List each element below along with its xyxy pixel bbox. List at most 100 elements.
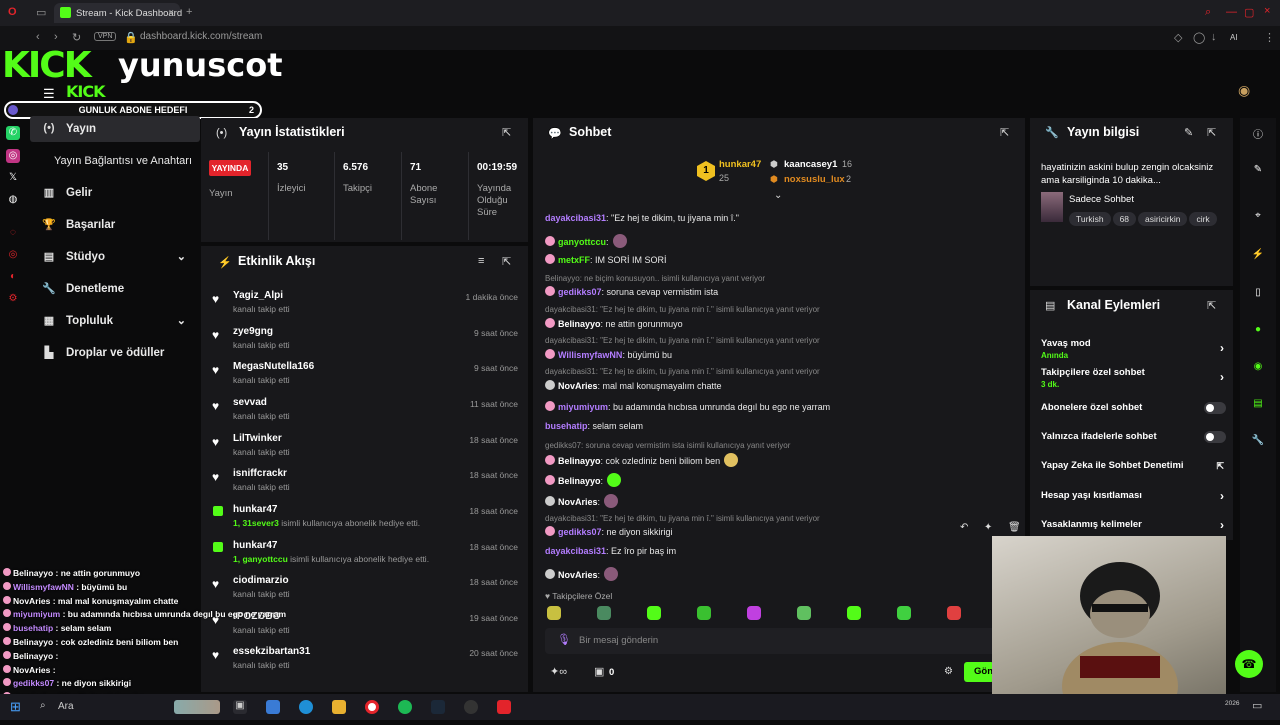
chat-username[interactable]: gedikks07	[558, 527, 602, 537]
gifter-name[interactable]: noxsuslu_lux	[784, 174, 845, 185]
hamburger-menu-icon[interactable]: ☰	[43, 86, 55, 102]
action-followers-only[interactable]: Takipçilere özel sohbet 3 dk. ›	[1041, 367, 1226, 389]
broadcast-icon[interactable]: ◉	[1250, 361, 1266, 377]
url-text[interactable]: dashboard.kick.com/stream	[140, 31, 262, 42]
chat-username[interactable]: WillismyfawNN	[558, 350, 622, 360]
chat-username[interactable]: Belinayyo	[558, 476, 601, 486]
notification-icon[interactable]: ▭	[1252, 699, 1262, 712]
gifter-name[interactable]: kaancasey1	[784, 159, 837, 170]
x-twitter-icon[interactable]: 𝕏	[6, 171, 20, 185]
reload-icon[interactable]: ↻	[72, 31, 81, 44]
chat-username[interactable]: NovAries	[558, 497, 598, 507]
chat-username[interactable]: dayakcibasi31	[545, 546, 606, 556]
sidebar-item-studyo[interactable]: ▤ Stüdyo ⌄	[30, 244, 200, 270]
expand-chevron-icon[interactable]: ⌄	[774, 190, 782, 201]
chat-username[interactable]: metxFF	[558, 255, 590, 265]
close-tab-icon[interactable]: ×	[168, 7, 174, 18]
emote-icon[interactable]	[747, 606, 761, 620]
info-icon[interactable]: ⓘ	[1250, 126, 1266, 142]
instagram-icon[interactable]: ◎	[6, 149, 20, 163]
action-slow-mode[interactable]: Yavaş mod Anında ›	[1041, 338, 1226, 360]
filter-icon[interactable]: ≡	[478, 255, 484, 267]
obs-icon[interactable]	[464, 700, 478, 714]
target-icon[interactable]: ⌖	[1250, 210, 1266, 226]
popout-icon[interactable]: ⇱	[1207, 126, 1216, 139]
sidebar-red-icon-1[interactable]: ◌	[6, 226, 20, 240]
tag[interactable]: cirk	[1189, 212, 1217, 226]
chest-icon[interactable]: ▣	[594, 665, 604, 678]
steam-icon[interactable]	[431, 700, 445, 714]
taskbar-widget[interactable]	[174, 700, 220, 714]
close-window-icon[interactable]: ×	[1264, 5, 1270, 17]
opera-icon[interactable]	[365, 700, 379, 714]
back-icon[interactable]: ‹	[36, 31, 40, 43]
gift-recipient[interactable]: 1, ganyottccu	[233, 554, 288, 564]
tag[interactable]: asiricirkin	[1138, 212, 1188, 226]
emote-icon[interactable]	[647, 606, 661, 620]
browser-tab-active[interactable]: Stream - Kick Dashboard ×	[54, 3, 182, 23]
extensions-icon[interactable]: ◇	[1174, 31, 1182, 44]
category-name[interactable]: Sadece Sohbet	[1069, 194, 1134, 205]
sidebar-item-gelir[interactable]: ▥ Gelir	[30, 180, 200, 206]
delete-icon[interactable]: 🗑	[1008, 522, 1021, 533]
emotes-only-toggle[interactable]	[1204, 431, 1226, 443]
action-ai-moderation[interactable]: Yapay Zeka ile Sohbet Denetimi ⇱	[1041, 460, 1226, 471]
avatar[interactable]: ◉	[1238, 82, 1250, 99]
menu-icon[interactable]: ⋮	[1264, 31, 1275, 44]
chat-username[interactable]: Belinayyo	[558, 319, 601, 329]
file-explorer-icon[interactable]	[332, 700, 346, 714]
popout-icon[interactable]: ⇱	[502, 126, 511, 139]
minimize-icon[interactable]: —	[1226, 6, 1237, 18]
taskbar-search-icon[interactable]: ⌕	[40, 700, 46, 711]
edit-pencil-icon[interactable]: ✎	[1184, 126, 1193, 139]
settings-icon[interactable]: ⚙	[6, 292, 20, 306]
sidebar-item-basarilar[interactable]: 🏆 Başarılar	[30, 212, 200, 238]
pin-icon[interactable]: ✦	[984, 522, 992, 533]
tag[interactable]: 68	[1112, 212, 1137, 226]
new-tab-icon[interactable]: +	[186, 6, 192, 18]
popout-icon[interactable]: ⇱	[1207, 299, 1216, 312]
send-button[interactable]: Gönder	[964, 662, 994, 682]
profile-icon[interactable]: ◯	[1193, 31, 1205, 44]
emote-icon[interactable]	[597, 606, 611, 620]
wrench-icon[interactable]: 🔧	[1250, 435, 1266, 451]
action-account-age[interactable]: Hesap yaşı kısıtlaması ›	[1041, 489, 1226, 503]
activity-user[interactable]: hunkar47	[233, 540, 277, 551]
microphone-icon[interactable]: 🎙	[557, 633, 571, 646]
sidebar-item-topluluk[interactable]: ▦ Topluluk ⌄	[30, 308, 200, 334]
spotify-icon[interactable]	[398, 700, 412, 714]
emote-icon[interactable]	[797, 606, 811, 620]
chat-input[interactable]: 🎙 Bir mesaj gönderin	[545, 628, 1020, 654]
chat-username[interactable]: NovAries	[558, 381, 598, 391]
support-chat-icon[interactable]: ☎	[1235, 650, 1263, 678]
forward-icon[interactable]: ›	[54, 31, 58, 43]
app-icon[interactable]	[266, 700, 280, 714]
activity-user[interactable]: essekzibartan31	[233, 646, 310, 657]
activity-user[interactable]: isniffcrackr	[233, 468, 287, 479]
edge-icon[interactable]	[299, 700, 313, 714]
infinity-points-icon[interactable]: ✦∞	[550, 665, 567, 678]
chat-username[interactable]: busehatip	[545, 421, 588, 431]
chat-username[interactable]: Belinayyo	[558, 456, 601, 466]
emote-icon[interactable]	[847, 606, 861, 620]
document-icon[interactable]: ▯	[1250, 287, 1266, 303]
layout-icon[interactable]: ▤	[1250, 398, 1266, 414]
edit-pencil-icon[interactable]: ✎	[1250, 164, 1266, 180]
sidebar-red-icon-2[interactable]: ◎	[6, 248, 20, 262]
subscribers-only-toggle[interactable]	[1204, 402, 1226, 414]
emote-icon[interactable]	[947, 606, 961, 620]
chat-username[interactable]: gedikks07	[558, 287, 602, 297]
tab-list-icon[interactable]: ▭	[36, 6, 46, 19]
opera-logo-icon[interactable]: O	[8, 6, 17, 18]
activity-user[interactable]: sevvad	[233, 397, 267, 408]
discord-icon[interactable]: ◍	[6, 193, 20, 207]
activity-user[interactable]: MegasNutella166	[233, 361, 314, 372]
chat-username[interactable]: NovAries	[558, 570, 598, 580]
gift-recipient[interactable]: 1, 31sever3	[233, 518, 279, 528]
activity-user[interactable]: hunkar47	[233, 504, 277, 515]
emote-icon[interactable]	[697, 606, 711, 620]
chat-username[interactable]: ganyottccu	[558, 237, 606, 247]
task-view-icon[interactable]: ▣	[233, 700, 247, 714]
chat-settings-icon[interactable]: ⚙	[944, 666, 953, 677]
sidebar-item-stream-key[interactable]: Yayın Bağlantısı ve Anahtarı	[30, 148, 200, 174]
